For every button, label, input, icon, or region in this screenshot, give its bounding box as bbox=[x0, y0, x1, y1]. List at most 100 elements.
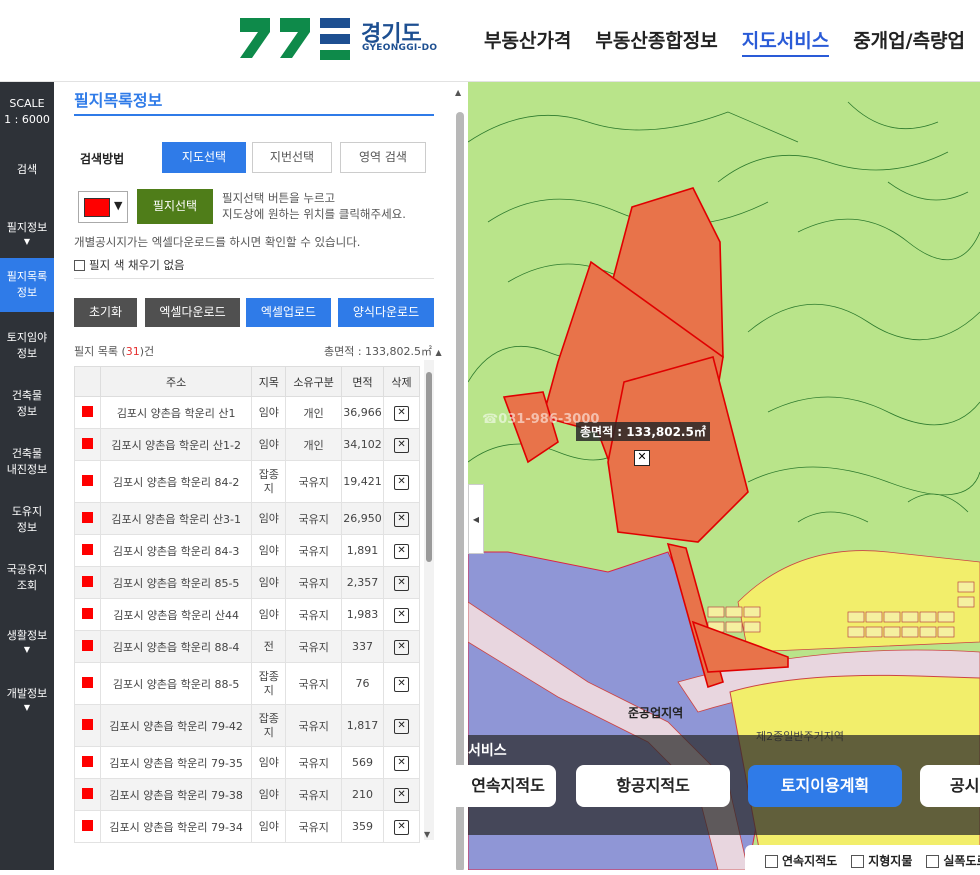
layer-checkbox[interactable] bbox=[765, 854, 778, 868]
caret-down-icon: ▼ bbox=[114, 199, 123, 212]
parcel-select-button[interactable]: 필지선택 bbox=[137, 189, 213, 224]
sidebar-item-search[interactable]: 검색 bbox=[0, 162, 54, 178]
layer-checkbox[interactable] bbox=[851, 854, 865, 868]
tab-lot-select[interactable]: 지번선택 bbox=[252, 142, 332, 173]
row-address[interactable]: 김포시 양촌읍 학운리 산44 bbox=[99, 598, 253, 631]
table-row[interactable]: 김포시 양촌읍 학운리 84-2 잡종 지 국유지 19,421 ✕ bbox=[74, 460, 420, 503]
nav-map-service[interactable]: 지도서비스 bbox=[741, 26, 830, 57]
list-scroll-thumb[interactable] bbox=[426, 372, 432, 562]
row-address[interactable]: 김포시 양촌읍 학운리 79-35 bbox=[99, 746, 253, 779]
delete-icon[interactable]: ✕ bbox=[394, 474, 410, 490]
table-row[interactable]: 김포시 양촌읍 학운리 산44 임야 국유지 1,983 ✕ bbox=[74, 598, 420, 631]
row-delete[interactable]: ✕ bbox=[383, 566, 420, 599]
table-row[interactable]: 김포시 양촌읍 학운리 산1 임야 개인 36,966 ✕ bbox=[74, 396, 420, 429]
panel-scrollbar[interactable] bbox=[456, 112, 464, 870]
delete-icon[interactable]: ✕ bbox=[394, 787, 410, 803]
delete-icon[interactable]: ✕ bbox=[394, 511, 410, 527]
row-address[interactable]: 김포시 양촌읍 학운리 산3-1 bbox=[99, 502, 253, 535]
table-row[interactable]: 김포시 양촌읍 학운리 산1-2 임야 개인 34,102 ✕ bbox=[74, 428, 420, 461]
row-delete[interactable]: ✕ bbox=[383, 746, 420, 779]
row-delete[interactable]: ✕ bbox=[383, 502, 420, 535]
aerial-cadastral-button[interactable]: 항공지적도 bbox=[576, 765, 730, 807]
delete-icon[interactable]: ✕ bbox=[394, 575, 410, 591]
color-picker[interactable]: ▼ bbox=[78, 191, 128, 223]
row-address[interactable]: 김포시 양촌읍 학운리 79-34 bbox=[99, 810, 253, 843]
row-delete[interactable]: ✕ bbox=[383, 662, 420, 705]
layer-terrain[interactable]: 지형지물 bbox=[851, 852, 912, 869]
land-use-plan-button[interactable]: 토지이용계획 bbox=[748, 765, 902, 807]
sidebar-item-land-forest[interactable]: 토지임야 정보 bbox=[0, 330, 54, 362]
row-delete[interactable]: ✕ bbox=[383, 598, 420, 631]
cadastral-map-button[interactable]: 연속지적도 bbox=[440, 765, 556, 807]
row-delete[interactable]: ✕ bbox=[383, 630, 420, 663]
delete-icon[interactable]: ✕ bbox=[394, 755, 410, 771]
reset-button[interactable]: 초기화 bbox=[74, 298, 137, 327]
delete-icon[interactable]: ✕ bbox=[394, 676, 410, 692]
delete-icon[interactable]: ✕ bbox=[394, 639, 410, 655]
row-delete[interactable]: ✕ bbox=[383, 704, 420, 747]
sidebar-item-public-land[interactable]: 국공유지 조회 bbox=[0, 562, 54, 594]
row-address[interactable]: 김포시 양촌읍 학운리 79-42 bbox=[99, 704, 253, 747]
delete-icon[interactable]: ✕ bbox=[394, 718, 410, 734]
row-address[interactable]: 김포시 양촌읍 학운리 79-38 bbox=[99, 778, 253, 811]
layer-cadastral[interactable]: 연속지적도 bbox=[765, 852, 837, 869]
row-area: 26,950 bbox=[341, 502, 385, 535]
tab-map-select[interactable]: 지도선택 bbox=[162, 142, 246, 173]
row-delete[interactable]: ✕ bbox=[383, 534, 420, 567]
row-delete[interactable]: ✕ bbox=[383, 428, 420, 461]
sidebar-item-province-land[interactable]: 도유지 정보 bbox=[0, 504, 54, 536]
table-row[interactable]: 김포시 양촌읍 학운리 84-3 임야 국유지 1,891 ✕ bbox=[74, 534, 420, 567]
panel-scroll-up-icon[interactable]: ▲ bbox=[455, 88, 461, 97]
gyeonggi-logo[interactable]: 경기도 GYEONGGI-DO bbox=[240, 16, 440, 60]
scroll-up-icon[interactable]: ▲ bbox=[436, 348, 442, 357]
scroll-down-icon[interactable]: ▼ bbox=[424, 830, 430, 839]
nav-real-estate-info[interactable]: 부동산종합정보 bbox=[595, 26, 717, 57]
delete-icon[interactable]: ✕ bbox=[394, 437, 410, 453]
parcel-shape bbox=[607, 356, 749, 543]
row-address[interactable]: 김포시 양촌읍 학운리 84-2 bbox=[99, 460, 253, 503]
delete-icon[interactable]: ✕ bbox=[394, 543, 410, 559]
table-row[interactable]: 김포시 양촌읍 학운리 88-4 전 국유지 337 ✕ bbox=[74, 630, 420, 663]
tab-area-search[interactable]: 영역 검색 bbox=[340, 142, 426, 173]
sidebar-item-building-seismic[interactable]: 건축물 내진정보 bbox=[0, 446, 54, 478]
hint-line-1: 필지선택 버튼을 누르고 bbox=[222, 191, 336, 205]
table-row[interactable]: 김포시 양촌읍 학운리 산3-1 임야 국유지 26,950 ✕ bbox=[74, 502, 420, 535]
row-address[interactable]: 김포시 양촌읍 학운리 산1-2 bbox=[99, 428, 253, 461]
delete-icon[interactable]: ✕ bbox=[394, 819, 410, 835]
panel-collapse-icon[interactable]: ◀ bbox=[468, 484, 484, 554]
sidebar-item-parcel-list[interactable]: 필지목록 정보 bbox=[0, 258, 54, 312]
row-address[interactable]: 김포시 양촌읍 학운리 84-3 bbox=[99, 534, 253, 567]
table-row[interactable]: 김포시 양촌읍 학운리 85-5 임야 국유지 2,357 ✕ bbox=[74, 566, 420, 599]
row-address[interactable]: 김포시 양촌읍 학운리 산1 bbox=[99, 396, 253, 429]
delete-icon[interactable]: ✕ bbox=[394, 405, 410, 421]
close-icon[interactable]: ✕ bbox=[634, 450, 650, 466]
public-price-button[interactable]: 공시지가 bbox=[920, 765, 980, 807]
no-fill-checkbox[interactable] bbox=[74, 259, 85, 271]
table-row[interactable]: 김포시 양촌읍 학운리 79-34 임야 국유지 359 ✕ bbox=[74, 810, 420, 843]
delete-icon[interactable]: ✕ bbox=[394, 607, 410, 623]
layer-road[interactable]: 실폭도로 bbox=[926, 852, 980, 869]
table-row[interactable]: 김포시 양촌읍 학운리 88-5 잡종 지 국유지 76 ✕ bbox=[74, 662, 420, 705]
no-fill-option[interactable]: 필지 색 채우기 없음 bbox=[74, 257, 185, 273]
excel-download-button[interactable]: 엑셀다운로드 bbox=[145, 298, 240, 327]
sidebar-item-building[interactable]: 건축물 정보 bbox=[0, 388, 54, 420]
table-row[interactable]: 김포시 양촌읍 학운리 79-35 임야 국유지 569 ✕ bbox=[74, 746, 420, 779]
row-delete[interactable]: ✕ bbox=[383, 460, 420, 503]
sidebar-item-development-info[interactable]: 개발정보 ▼ bbox=[0, 686, 54, 714]
table-row[interactable]: 김포시 양촌읍 학운리 79-42 잡종 지 국유지 1,817 ✕ bbox=[74, 704, 420, 747]
table-row[interactable]: 김포시 양촌읍 학운리 79-38 임야 국유지 210 ✕ bbox=[74, 778, 420, 811]
nav-real-estate-price[interactable]: 부동산가격 bbox=[484, 26, 571, 57]
template-download-button[interactable]: 양식다운로드 bbox=[338, 298, 434, 327]
sidebar-item-living-info[interactable]: 생활정보 ▼ bbox=[0, 628, 54, 656]
sidebar-item-parcel-info[interactable]: 필지정보 ▼ bbox=[0, 220, 54, 248]
excel-upload-button[interactable]: 엑셀업로드 bbox=[246, 298, 331, 327]
row-address[interactable]: 김포시 양촌읍 학운리 85-5 bbox=[99, 566, 253, 599]
nav-broker-survey[interactable]: 중개업/측량업 bbox=[853, 26, 965, 57]
row-delete[interactable]: ✕ bbox=[383, 396, 420, 429]
row-address[interactable]: 김포시 양촌읍 학운리 88-4 bbox=[99, 630, 253, 663]
layer-checkbox[interactable] bbox=[926, 854, 940, 868]
row-address[interactable]: 김포시 양촌읍 학운리 88-5 bbox=[99, 662, 253, 705]
row-delete[interactable]: ✕ bbox=[383, 778, 420, 811]
row-jimok: 임야 bbox=[251, 746, 287, 779]
row-delete[interactable]: ✕ bbox=[383, 810, 420, 843]
